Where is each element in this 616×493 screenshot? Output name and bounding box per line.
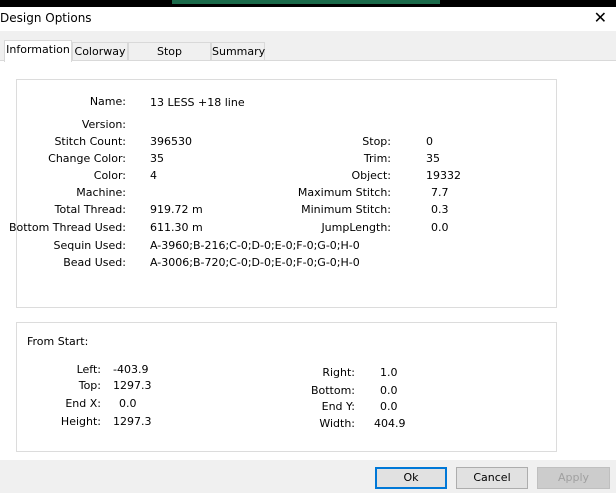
bottom-thread-value: 611.30 m bbox=[150, 221, 203, 234]
stop-label: Stop: bbox=[362, 135, 391, 148]
top-label: Top: bbox=[78, 379, 101, 392]
max-stitch-label: Maximum Stitch: bbox=[297, 186, 391, 199]
color-value: 4 bbox=[150, 169, 157, 182]
top-value: 1297.3 bbox=[113, 379, 152, 392]
bead-label: Bead Used: bbox=[63, 256, 126, 269]
version-label: Version: bbox=[81, 118, 126, 131]
right-value: 1.0 bbox=[380, 366, 398, 379]
name-value: 13 LESS +18 line bbox=[150, 96, 245, 109]
total-thread-value: 919.72 m bbox=[150, 203, 203, 216]
width-label: Width: bbox=[319, 417, 355, 430]
total-thread-label: Total Thread: bbox=[54, 203, 126, 216]
from-start-heading: From Start: bbox=[27, 335, 89, 348]
bottom-value: 0.0 bbox=[380, 384, 398, 397]
bottom-label: Bottom: bbox=[310, 384, 355, 397]
stitch-count-label: Stitch Count: bbox=[54, 135, 126, 148]
trim-value: 35 bbox=[426, 152, 440, 165]
height-label: Height: bbox=[60, 415, 101, 428]
apply-button[interactable]: Apply bbox=[537, 467, 610, 489]
tab-content-information: Name: 13 LESS +18 line Version: Stitch C… bbox=[0, 60, 616, 460]
jump-length-label: JumpLength: bbox=[321, 221, 391, 234]
window-title: Design Options bbox=[0, 11, 92, 25]
right-label: Right: bbox=[322, 366, 355, 379]
end-x-label: End X: bbox=[65, 397, 101, 410]
stop-value: 0 bbox=[426, 135, 433, 148]
end-x-value: 0.0 bbox=[119, 397, 137, 410]
change-color-label: Change Color: bbox=[48, 152, 126, 165]
tab-stop-sequence[interactable]: Stop Sequence bbox=[128, 42, 211, 75]
cancel-button[interactable]: Cancel bbox=[456, 467, 528, 489]
change-color-value: 35 bbox=[150, 152, 164, 165]
stitch-count-value: 396530 bbox=[150, 135, 192, 148]
name-label: Name: bbox=[89, 95, 126, 108]
end-y-label: End Y: bbox=[321, 400, 355, 413]
tab-information[interactable]: Information bbox=[4, 40, 72, 62]
trim-label: Trim: bbox=[363, 152, 391, 165]
close-icon[interactable]: ✕ bbox=[594, 8, 607, 28]
object-value: 19332 bbox=[426, 169, 461, 182]
left-label: Left: bbox=[76, 363, 101, 376]
bead-value: A-3006;B-720;C-0;D-0;E-0;F-0;G-0;H-0 bbox=[150, 256, 360, 269]
jump-length-value: 0.0 bbox=[431, 221, 449, 234]
min-stitch-value: 0.3 bbox=[431, 203, 449, 216]
information-group: Name: 13 LESS +18 line Version: Stitch C… bbox=[9, 79, 557, 308]
background-strip bbox=[0, 0, 616, 7]
left-value: -403.9 bbox=[113, 363, 149, 376]
design-options-dialog: Design Options ✕ Information Colorway St… bbox=[0, 7, 616, 493]
sequin-value: A-3960;B-216;C-0;D-0;E-0;F-0;G-0;H-0 bbox=[150, 239, 360, 252]
title-bar: Design Options ✕ bbox=[0, 7, 616, 31]
min-stitch-label: Minimum Stitch: bbox=[301, 203, 391, 216]
tab-summary[interactable]: Summary bbox=[211, 42, 265, 61]
tab-colorway[interactable]: Colorway bbox=[72, 42, 128, 61]
machine-label: Machine: bbox=[76, 186, 126, 199]
sequin-label: Sequin Used: bbox=[53, 239, 126, 252]
color-label: Color: bbox=[93, 169, 126, 182]
bottom-thread-label: Bottom Thread Used: bbox=[8, 221, 126, 234]
ok-button[interactable]: Ok bbox=[375, 467, 447, 489]
width-value: 404.9 bbox=[374, 417, 406, 430]
height-value: 1297.3 bbox=[113, 415, 152, 428]
tab-strip: Information Colorway Stop Sequence Summa… bbox=[0, 40, 616, 75]
background-decoration bbox=[172, 0, 440, 4]
end-y-value: 0.0 bbox=[380, 400, 398, 413]
max-stitch-value: 7.7 bbox=[431, 186, 449, 199]
object-label: Object: bbox=[351, 169, 391, 182]
from-start-group: From Start: Left: -403.9 Top: 1297.3 End… bbox=[16, 322, 557, 452]
